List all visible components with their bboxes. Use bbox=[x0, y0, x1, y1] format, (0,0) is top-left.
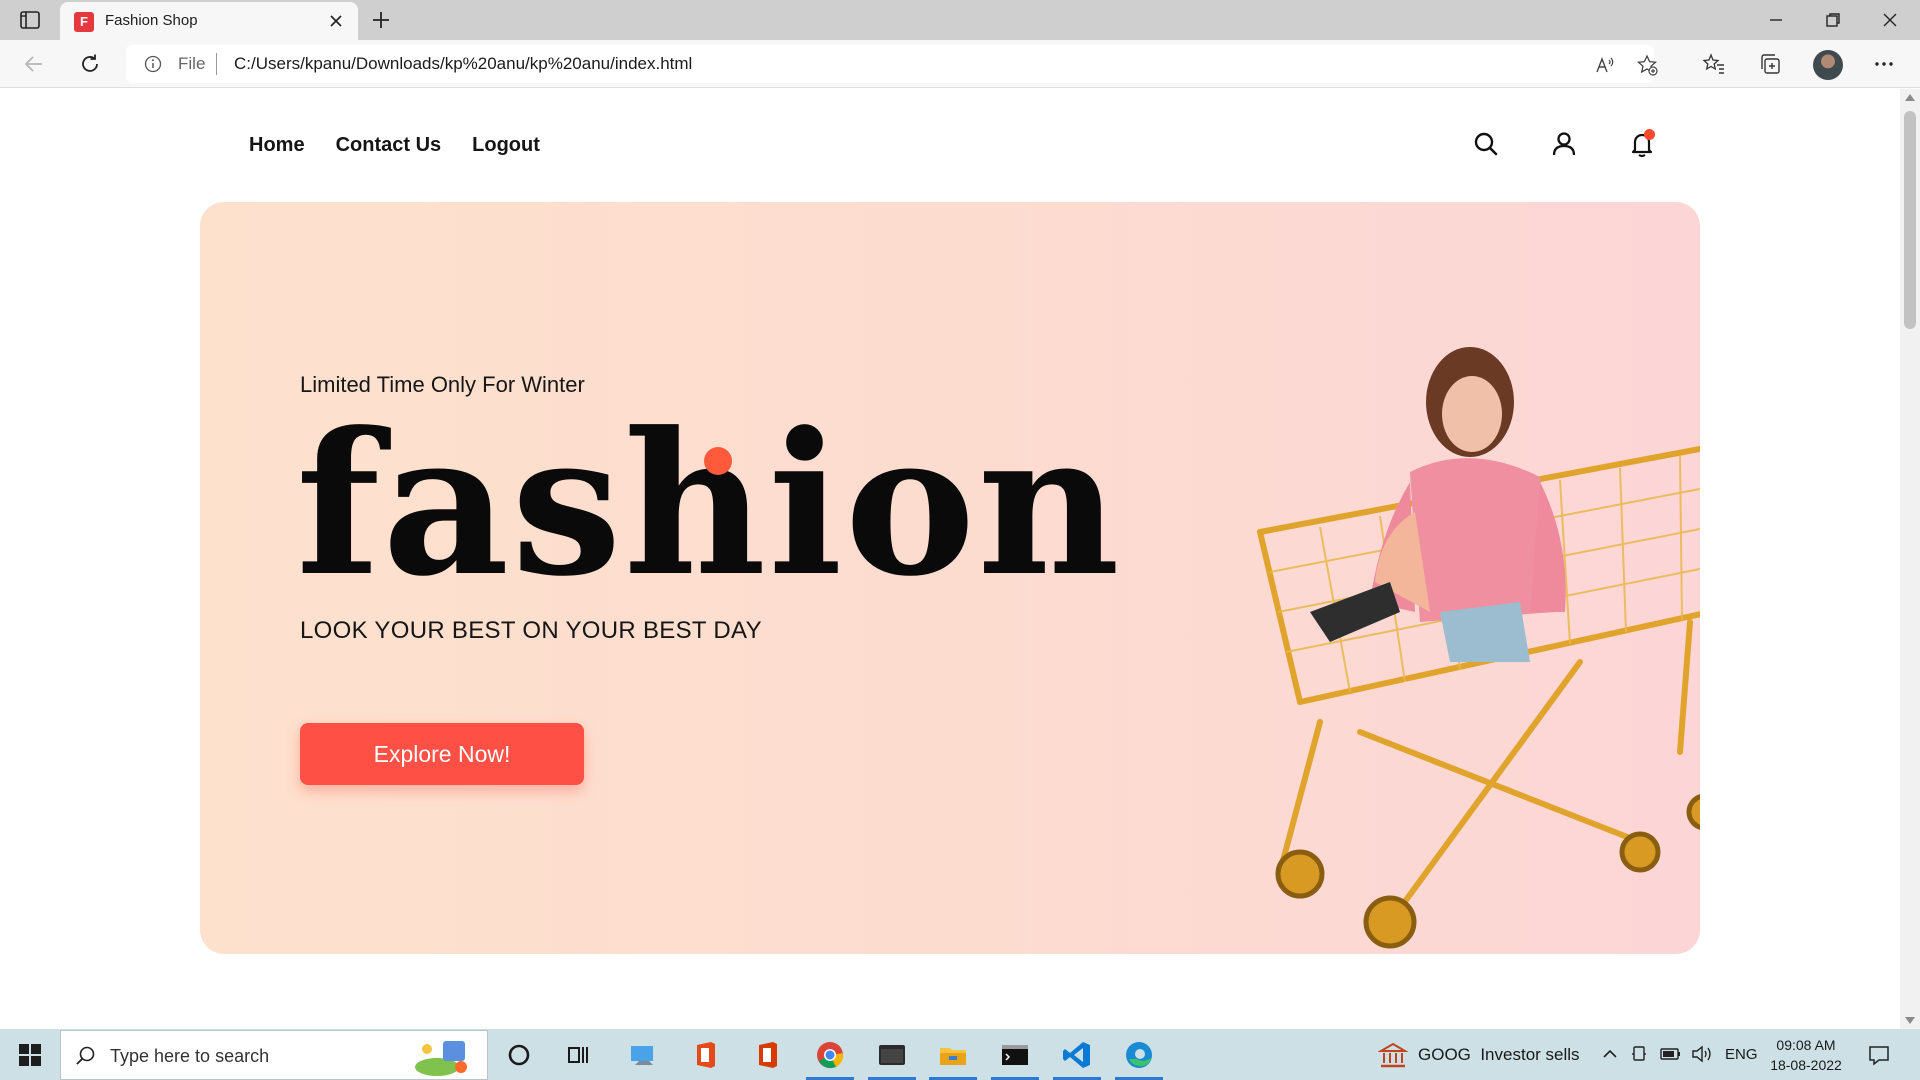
office-app-icon[interactable] bbox=[751, 1039, 783, 1071]
notifications-icon[interactable] bbox=[1867, 1043, 1891, 1067]
address-scheme-label: File bbox=[178, 54, 206, 73]
taskbar-search-box[interactable]: Type here to search bbox=[60, 1030, 488, 1080]
hero-brand-title: fashion bbox=[296, 390, 1122, 620]
new-tab-icon[interactable] bbox=[370, 9, 392, 31]
vscode-icon[interactable] bbox=[1061, 1039, 1093, 1071]
language-indicator[interactable]: ENG bbox=[1725, 1029, 1758, 1080]
scroll-down-arrow-icon[interactable] bbox=[1905, 1017, 1915, 1025]
browser-tab-active[interactable]: F Fashion Shop bbox=[60, 2, 358, 40]
chrome-icon[interactable] bbox=[814, 1039, 846, 1071]
scrollbar-thumb[interactable] bbox=[1904, 111, 1916, 329]
clock-time: 09:08 AM bbox=[1776, 1037, 1836, 1053]
more-options-icon[interactable] bbox=[1872, 52, 1896, 76]
edge-icon[interactable] bbox=[1123, 1039, 1155, 1071]
hero-banner: Limited Time Only For Winter fashion LOO… bbox=[200, 202, 1700, 954]
this-pc-icon[interactable] bbox=[627, 1039, 659, 1071]
close-tab-icon[interactable] bbox=[328, 13, 344, 29]
nav-contact-link[interactable]: Contact Us bbox=[336, 134, 442, 157]
terminal-app-icon[interactable] bbox=[876, 1039, 908, 1071]
refresh-icon[interactable] bbox=[78, 52, 102, 76]
info-icon[interactable] bbox=[144, 55, 162, 73]
chevron-up-icon[interactable] bbox=[1601, 1045, 1619, 1063]
collections-icon[interactable] bbox=[1758, 52, 1782, 76]
address-url[interactable]: C:/Users/kpanu/Downloads/kp%20anu/kp%20a… bbox=[234, 54, 692, 74]
tab-title: Fashion Shop bbox=[105, 12, 198, 29]
bank-icon bbox=[1378, 1041, 1408, 1069]
command-prompt-icon[interactable] bbox=[999, 1039, 1031, 1071]
close-window-icon[interactable] bbox=[1878, 8, 1902, 32]
taskbar-clock[interactable]: 09:08 AM 18-08-2022 bbox=[1770, 1035, 1842, 1075]
favorites-icon[interactable] bbox=[1702, 52, 1726, 76]
web-page: Home Contact Us Logout Limited Time Only… bbox=[0, 89, 1900, 1029]
news-widget[interactable]: GOOG Investor sells bbox=[1378, 1029, 1580, 1080]
hero-tagline: LOOK YOUR BEST ON YOUR BEST DAY bbox=[300, 617, 762, 644]
search-icon[interactable] bbox=[1472, 130, 1500, 158]
windows-taskbar: Type here to search GOOG Investor sells … bbox=[0, 1029, 1920, 1080]
site-nav: Home Contact Us Logout bbox=[249, 134, 540, 157]
search-icon bbox=[75, 1045, 97, 1067]
browser-tab-bar: F Fashion Shop bbox=[0, 0, 1920, 40]
user-icon[interactable] bbox=[1550, 130, 1578, 158]
tab-actions-icon[interactable] bbox=[18, 9, 42, 31]
file-explorer-icon[interactable] bbox=[937, 1039, 969, 1071]
tab-favicon: F bbox=[74, 12, 94, 32]
address-bar[interactable]: File C:/Users/kpanu/Downloads/kp%20anu/k… bbox=[126, 45, 1658, 83]
task-view-icon[interactable] bbox=[563, 1039, 595, 1071]
brand-accent-dot bbox=[704, 447, 732, 475]
news-ticker-text: GOOG Investor sells bbox=[1418, 1044, 1580, 1064]
search-highlight-icon bbox=[415, 1041, 467, 1076]
browser-toolbar: File C:/Users/kpanu/Downloads/kp%20anu/k… bbox=[0, 40, 1920, 88]
hero-photo bbox=[1257, 347, 1700, 949]
scroll-up-arrow-icon[interactable] bbox=[1905, 93, 1915, 101]
read-aloud-icon[interactable] bbox=[1594, 54, 1616, 76]
address-separator bbox=[216, 53, 217, 75]
explore-now-button[interactable]: Explore Now! bbox=[300, 723, 584, 785]
back-arrow-icon[interactable] bbox=[22, 52, 46, 76]
taskbar-search-placeholder: Type here to search bbox=[110, 1046, 270, 1066]
restore-icon[interactable] bbox=[1821, 8, 1845, 32]
office-icon[interactable] bbox=[689, 1039, 721, 1071]
battery-icon[interactable] bbox=[1660, 1046, 1682, 1062]
notification-dot bbox=[1644, 129, 1655, 140]
device-icon[interactable] bbox=[1630, 1045, 1648, 1063]
clock-date: 18-08-2022 bbox=[1770, 1057, 1842, 1073]
volume-icon[interactable] bbox=[1691, 1044, 1713, 1064]
cortana-icon[interactable] bbox=[503, 1039, 535, 1071]
add-favorite-icon[interactable] bbox=[1636, 54, 1658, 76]
minimize-icon[interactable] bbox=[1764, 8, 1788, 32]
page-scrollbar[interactable] bbox=[1900, 89, 1920, 1029]
profile-avatar[interactable] bbox=[1813, 50, 1843, 80]
nav-logout-link[interactable]: Logout bbox=[472, 134, 540, 157]
nav-home-link[interactable]: Home bbox=[249, 134, 305, 157]
windows-start-icon[interactable] bbox=[18, 1043, 42, 1067]
